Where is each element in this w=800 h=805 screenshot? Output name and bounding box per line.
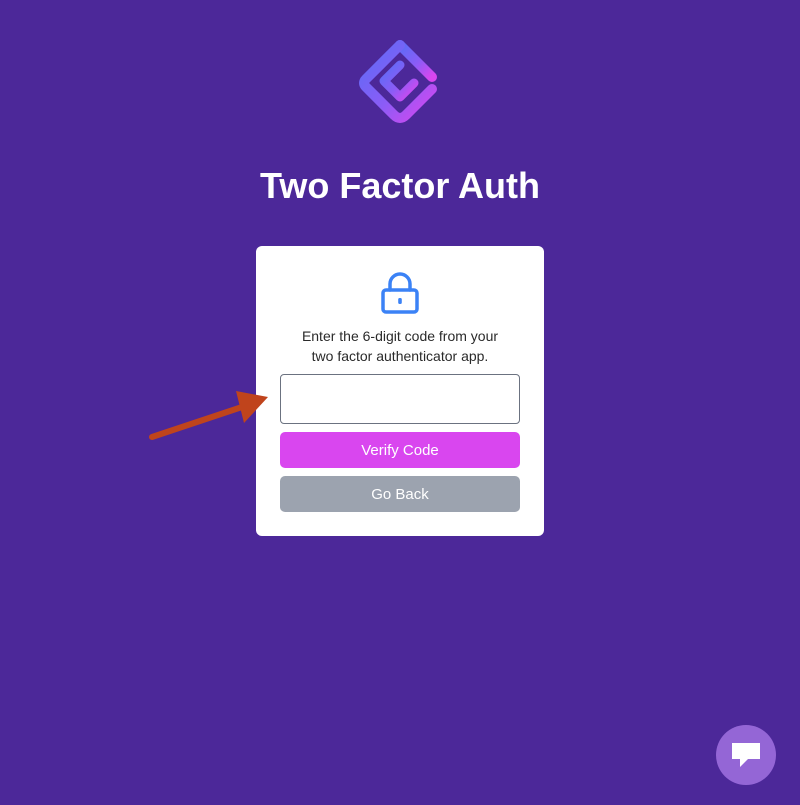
verify-code-button[interactable]: Verify Code <box>280 432 520 468</box>
page-title: Two Factor Auth <box>260 165 540 206</box>
instructions-line-1: Enter the 6-digit code from your <box>301 328 499 344</box>
verification-code-input[interactable] <box>280 374 520 424</box>
brand-logo-icon <box>359 40 437 123</box>
two-factor-auth-page: Two Factor Auth Enter the 6-digit code f… <box>0 0 800 805</box>
lock-icon <box>381 272 419 314</box>
go-back-button[interactable]: Go Back <box>280 476 520 512</box>
two-factor-card: Enter the 6-digit code from your two fac… <box>256 246 544 536</box>
chat-button[interactable] <box>716 725 776 785</box>
chat-bubble-icon <box>732 743 760 767</box>
instructions-line-2: two factor authenticator app. <box>311 348 489 364</box>
instructions-text: Enter the 6-digit code from your two fac… <box>256 326 544 366</box>
arrow-icon <box>149 391 268 440</box>
